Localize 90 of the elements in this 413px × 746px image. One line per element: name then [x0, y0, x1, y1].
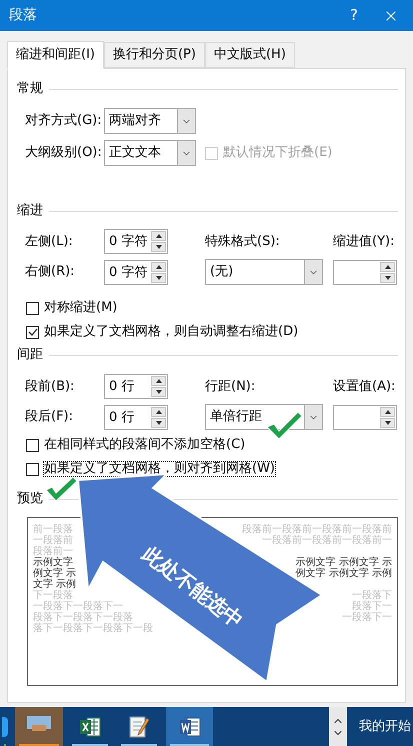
- preview-text: 一段落前: [33, 535, 73, 546]
- dropdown[interactable]: 单倍行距: [205, 404, 323, 430]
- spin-up-button[interactable]: [380, 262, 395, 272]
- preview-text: 例文字 示: [33, 568, 76, 579]
- field-label: 右侧(R):: [25, 263, 76, 282]
- spin-field[interactable]: [333, 404, 397, 430]
- field-label: 对齐方式(G):: [25, 112, 103, 130]
- preview-text: 文字 示例: [33, 579, 76, 590]
- down-triangle-icon: [156, 245, 162, 249]
- field-label: 特殊格式(S):: [205, 232, 281, 251]
- tab[interactable]: 缩进和间距(I): [7, 41, 104, 69]
- start-label[interactable]: 我的开始: [347, 707, 413, 746]
- preview-text: 示例文字 示例文字 示: [296, 557, 392, 568]
- field-label: 缩进值(Y):: [333, 232, 394, 251]
- spin-up-button[interactable]: [380, 406, 395, 416]
- checkbox[interactable]: [26, 438, 39, 452]
- checkbox[interactable]: [26, 326, 39, 338]
- dropdown[interactable]: 正文文本: [104, 140, 196, 166]
- dropdown[interactable]: (无): [205, 259, 323, 285]
- preview-text: 示例文字: [33, 557, 73, 568]
- window-title: 段落: [9, 6, 38, 25]
- scroll-arrows[interactable]: [329, 707, 347, 746]
- tab[interactable]: 换行和分页(P): [104, 42, 205, 68]
- spin-down-button[interactable]: [380, 272, 395, 282]
- preview-text: 一段落下: [352, 590, 392, 601]
- spin-down-button[interactable]: [151, 387, 166, 397]
- checkbox[interactable]: [26, 462, 39, 476]
- preview-text: 例文字 示例文字 示例: [296, 568, 392, 579]
- checkbox-label: 在相同样式的段落间不添加空格(C): [44, 438, 246, 452]
- spin-field[interactable]: 0 行: [104, 374, 168, 399]
- app-icon: [2, 717, 8, 737]
- spin-down-button[interactable]: [151, 272, 166, 282]
- landscape-icon: [27, 716, 51, 738]
- spin-up-button[interactable]: [151, 376, 166, 386]
- up-triangle-icon: [156, 410, 162, 414]
- field-label: 大纲级别(O):: [25, 144, 103, 162]
- document-app-icon: [178, 716, 200, 738]
- taskbar-button[interactable]: [166, 707, 213, 746]
- spin-up-button[interactable]: [151, 406, 166, 416]
- down-triangle-icon: [156, 276, 162, 280]
- help-button[interactable]: ?: [339, 0, 369, 31]
- down-triangle-icon: [156, 390, 162, 394]
- tab[interactable]: 中文版式(H): [204, 42, 295, 68]
- field-label: 行距(N):: [205, 378, 256, 396]
- dropdown[interactable]: 两端对齐: [104, 108, 196, 134]
- section-heading: 预览: [17, 490, 43, 508]
- down-triangle-icon: [384, 276, 390, 280]
- spin-down-button[interactable]: [151, 242, 166, 252]
- down-triangle-icon: [156, 420, 162, 424]
- spin-down-button[interactable]: [380, 418, 395, 428]
- up-triangle-icon: [156, 379, 162, 383]
- section-heading: 缩进: [17, 202, 43, 220]
- spin-up-button[interactable]: [151, 262, 166, 272]
- preview-text: 段落下一段落下一段落: [33, 612, 133, 623]
- spin-field[interactable]: 0 行: [104, 404, 168, 430]
- preview-text: 前一段落: [33, 524, 73, 535]
- spin-down-button[interactable]: [151, 418, 166, 428]
- checkbox-label: 对称缩进(M): [44, 301, 118, 315]
- preview-text: 段落下一: [352, 601, 392, 612]
- preview-text: 落下一段落下一段落下一段: [33, 623, 153, 634]
- spreadsheet-app-icon: [79, 716, 101, 738]
- check-mark-icon: [44, 476, 78, 502]
- section-heading: 间距: [17, 346, 43, 364]
- preview-text: 一段落下一: [342, 612, 392, 623]
- checkbox-label: 如果定义了文档网格，则对齐到网格(W): [44, 462, 275, 476]
- check-mark-icon: [265, 410, 303, 440]
- preview-text: 一段落下一段落下一: [33, 601, 123, 612]
- checkbox[interactable]: [26, 302, 39, 314]
- preview-text: 一段落前一段落前一段落前一: [262, 535, 392, 546]
- field-label: 设置值(A):: [333, 378, 396, 396]
- up-triangle-icon: [384, 264, 390, 268]
- field-label: 段后(F):: [25, 408, 74, 426]
- spin-field[interactable]: [333, 260, 397, 284]
- up-triangle-icon: [156, 264, 162, 268]
- field-label: 段前(B):: [25, 378, 76, 396]
- down-triangle-icon: [384, 420, 390, 424]
- notepad-icon: [128, 715, 150, 739]
- preview-text: 段落前一: [33, 546, 73, 557]
- up-triangle-icon: [384, 410, 390, 414]
- field-label: 左侧(L):: [25, 232, 74, 251]
- up-triangle-icon: [156, 234, 162, 238]
- spin-field[interactable]: 0 字符: [104, 260, 168, 284]
- preview-text: 下一段落: [33, 590, 73, 601]
- preview-text: 段落前一段落前一段落前一段落前: [242, 524, 392, 535]
- section-heading: 常规: [17, 80, 43, 98]
- check-icon: [28, 328, 38, 336]
- checkbox-label: 默认情况下折叠(E): [223, 146, 332, 160]
- checkbox-label: 如果定义了文档网格，则自动调整右缩进(D): [44, 325, 298, 339]
- spin-field[interactable]: 0 字符: [104, 229, 168, 254]
- spin-up-button[interactable]: [151, 231, 166, 241]
